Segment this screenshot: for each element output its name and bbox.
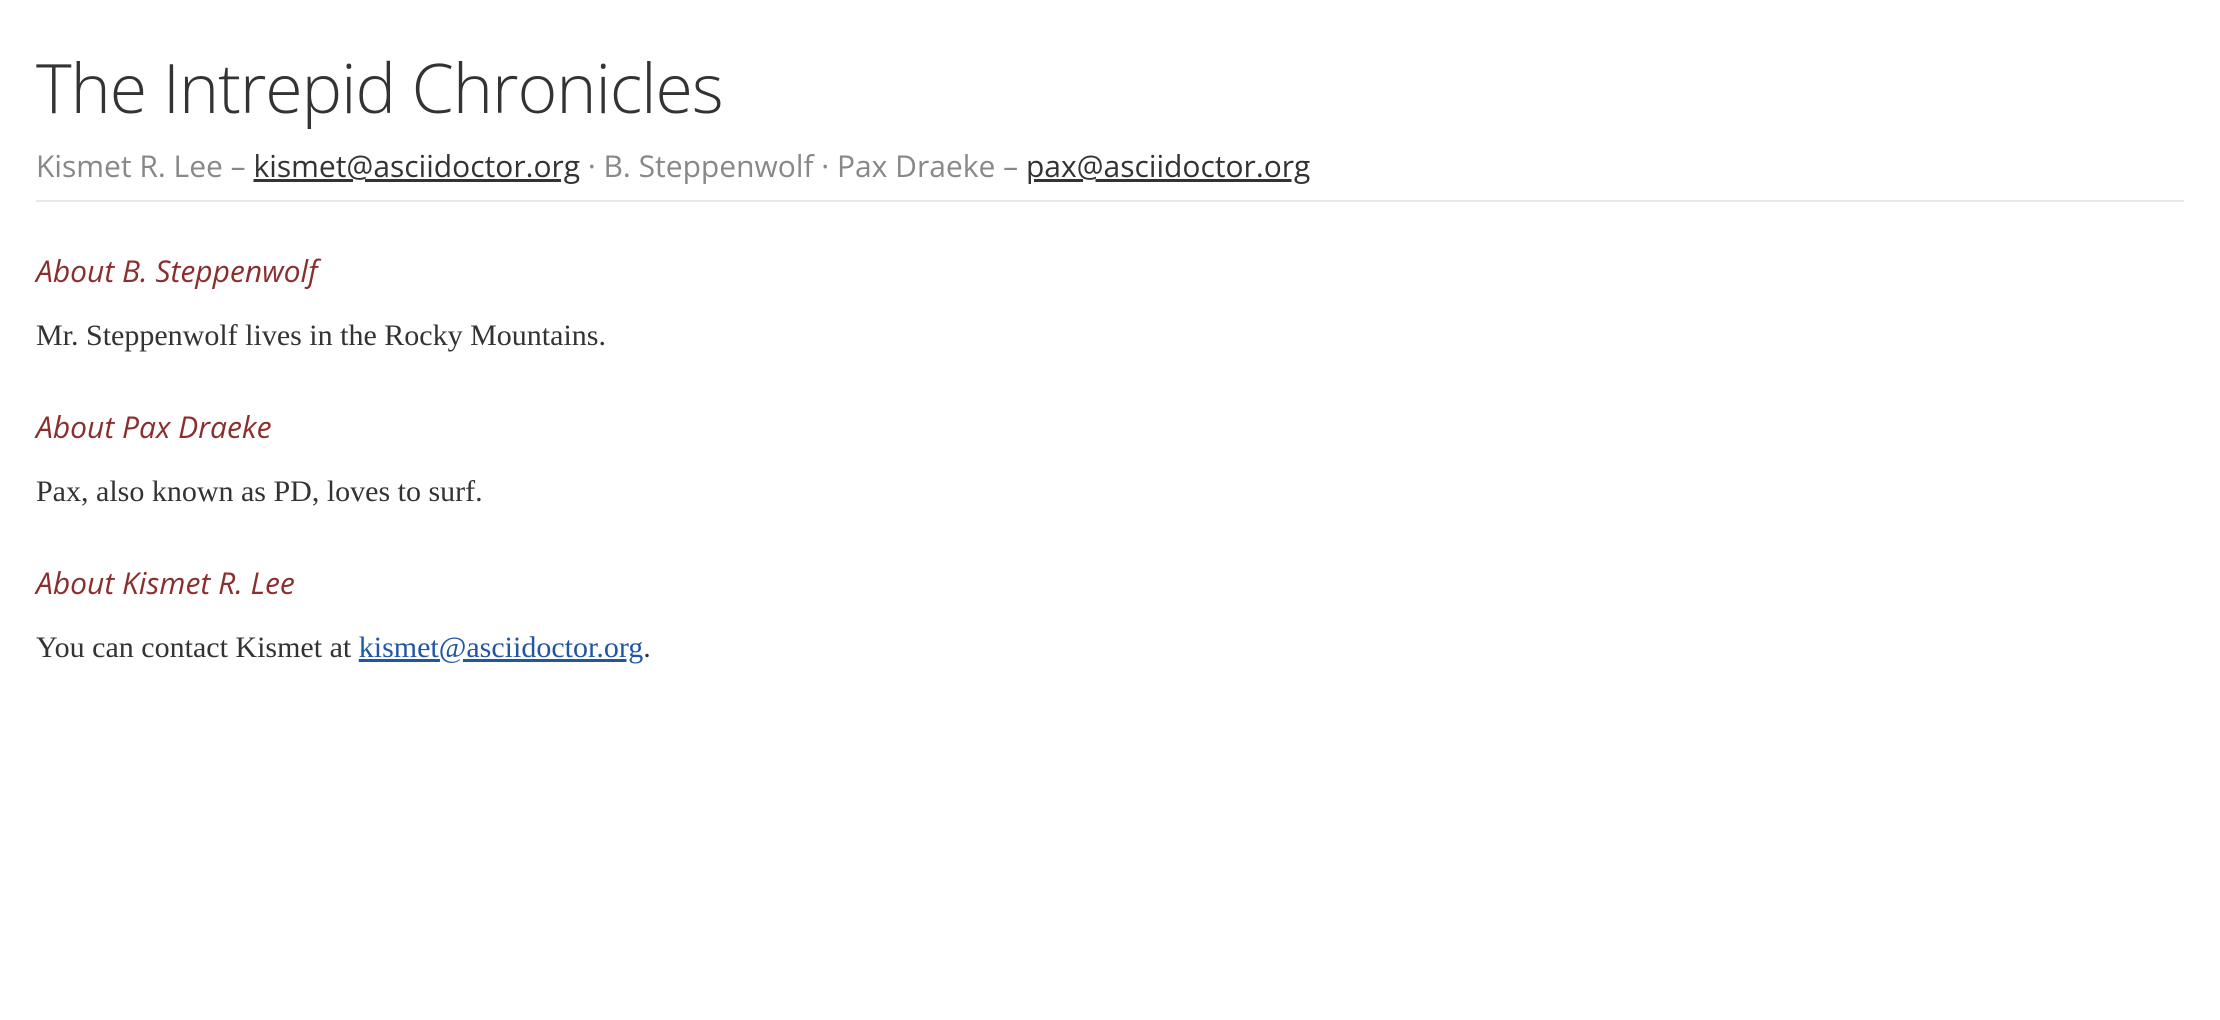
section-body: Pax, also known as PD, loves to surf. — [36, 469, 2184, 514]
separator-dot: · — [580, 145, 603, 186]
section-title: About Pax Draeke — [36, 406, 2184, 447]
author-name-2: B. Steppenwolf — [604, 145, 814, 186]
section-title: About Kismet R. Lee — [36, 562, 2184, 603]
body-text-prefix: You can contact Kismet at — [36, 631, 359, 664]
contact-email-link[interactable]: kismet@asciidoctor.org — [359, 631, 644, 664]
section-title: About B. Steppenwolf — [36, 250, 2184, 291]
section-about-lee: About Kismet R. Lee You can contact Kism… — [36, 562, 2184, 670]
separator-dash: – — [995, 145, 1026, 186]
body-text-suffix: . — [643, 631, 651, 664]
section-body: Mr. Steppenwolf lives in the Rocky Mount… — [36, 313, 2184, 358]
author-name-3: Pax Draeke — [837, 145, 995, 186]
section-body: You can contact Kismet at kismet@asciido… — [36, 625, 2184, 670]
section-about-steppenwolf: About B. Steppenwolf Mr. Steppenwolf liv… — [36, 250, 2184, 358]
separator-dash: – — [223, 145, 254, 186]
separator-dot: · — [814, 145, 837, 186]
section-about-draeke: About Pax Draeke Pax, also known as PD, … — [36, 406, 2184, 514]
author-name-1: Kismet R. Lee — [36, 145, 223, 186]
author-byline: Kismet R. Lee – kismet@asciidoctor.org ·… — [36, 145, 2184, 202]
document-title: The Intrepid Chronicles — [36, 40, 2184, 133]
author-email-link-3[interactable]: pax@asciidoctor.org — [1026, 145, 1310, 186]
author-email-link-1[interactable]: kismet@asciidoctor.org — [253, 145, 580, 186]
